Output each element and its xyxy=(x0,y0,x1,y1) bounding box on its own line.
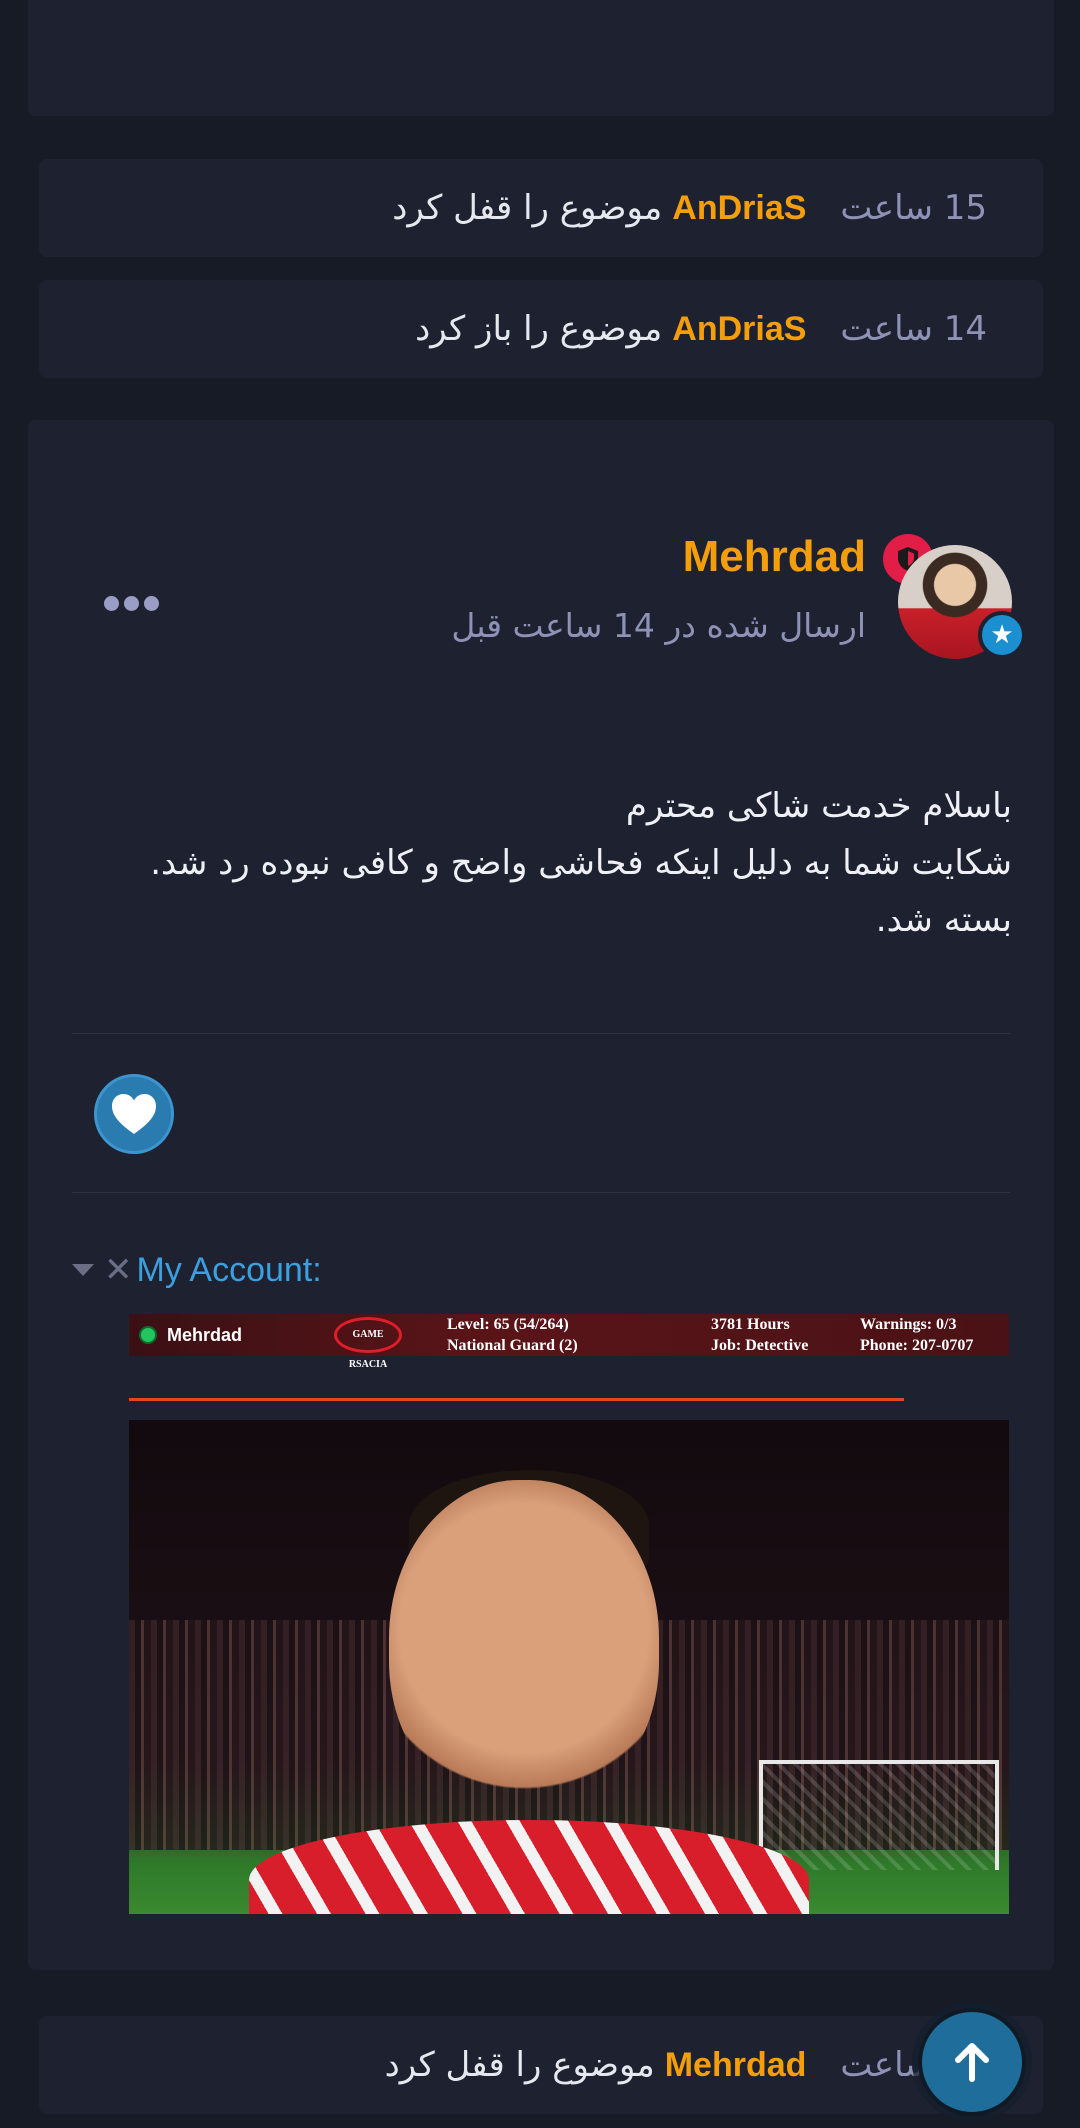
banner-stats: 3781 Hours Job: Detective xyxy=(711,1314,808,1356)
star-icon: ★ xyxy=(978,611,1026,659)
post-body-line: شکایت شما به دلیل اینکه فحاشی واضح و کاف… xyxy=(150,843,1012,883)
more-horizontal-icon[interactable] xyxy=(104,596,159,611)
previous-post-card xyxy=(28,0,1054,116)
online-status-icon xyxy=(139,1326,157,1344)
event-action: موضوع را باز کرد xyxy=(415,309,663,349)
banner-faction: National Guard (2) xyxy=(447,1337,578,1354)
event-unlocked: 14 ساعت AnDriaS موضوع را باز کرد xyxy=(39,280,1043,378)
post-author[interactable]: Mehrdad xyxy=(683,532,866,582)
signature-header[interactable]: ✕ My Account: xyxy=(72,1250,322,1290)
event-action: موضوع را قفل کرد xyxy=(384,2045,655,2085)
event-locked: 14 ساعت Mehrdad موضوع را قفل کرد xyxy=(39,2016,1043,2114)
heart-icon[interactable] xyxy=(94,1074,174,1154)
event-user-link[interactable]: AnDriaS xyxy=(672,189,806,228)
event-time: 14 ساعت xyxy=(840,309,987,349)
banner-stats: Warnings: 0/3 Phone: 207-0707 xyxy=(860,1314,973,1356)
signature-separator xyxy=(129,1398,904,1401)
post-body: باسلام خدمت شاکی محترم شکایت شما به دلیل… xyxy=(112,778,1012,949)
event-user-link[interactable]: Mehrdad xyxy=(665,2046,807,2085)
divider xyxy=(72,1192,1010,1193)
event-locked: 15 ساعت AnDriaS موضوع را قفل کرد xyxy=(39,159,1043,257)
chevron-down-icon[interactable] xyxy=(72,1264,94,1276)
signature-title: My Account: xyxy=(136,1250,322,1289)
close-icon[interactable]: ✕ xyxy=(104,1250,133,1290)
banner-stats: Level: 65 (54/264) National Guard (2) xyxy=(447,1314,578,1356)
post-timestamp[interactable]: ارسال شده در 14 ساعت قبل xyxy=(451,606,866,645)
banner-hours: 3781 Hours xyxy=(711,1316,790,1333)
banner-logo: GAME RSACIA xyxy=(334,1317,402,1370)
arrow-up-icon[interactable] xyxy=(918,2008,1026,2116)
event-action: موضوع را قفل کرد xyxy=(392,188,663,228)
divider xyxy=(72,1033,1010,1034)
banner-name: Mehrdad xyxy=(167,1325,243,1345)
banner-phone: Phone: 207-0707 xyxy=(860,1337,974,1354)
event-user-link[interactable]: AnDriaS xyxy=(672,310,806,349)
userbar-banner: Mehrdad GAME RSACIA Level: 65 (54/264) N… xyxy=(129,1314,1009,1370)
signature-image xyxy=(129,1420,1009,1914)
event-time: 15 ساعت xyxy=(840,188,987,228)
banner-level: Level: 65 (54/264) xyxy=(447,1316,569,1333)
post-body-line: باسلام خدمت شاکی محترم xyxy=(625,786,1012,826)
banner-job: Job: Detective xyxy=(711,1337,809,1354)
banner-warnings: Warnings: 0/3 xyxy=(860,1316,957,1333)
post-card: ★ Mehrdad ارسال شده در 14 ساعت قبل باسلا… xyxy=(28,420,1054,1970)
avatar[interactable]: ★ xyxy=(898,545,1026,659)
post-body-line: بسته شد. xyxy=(875,900,1012,940)
